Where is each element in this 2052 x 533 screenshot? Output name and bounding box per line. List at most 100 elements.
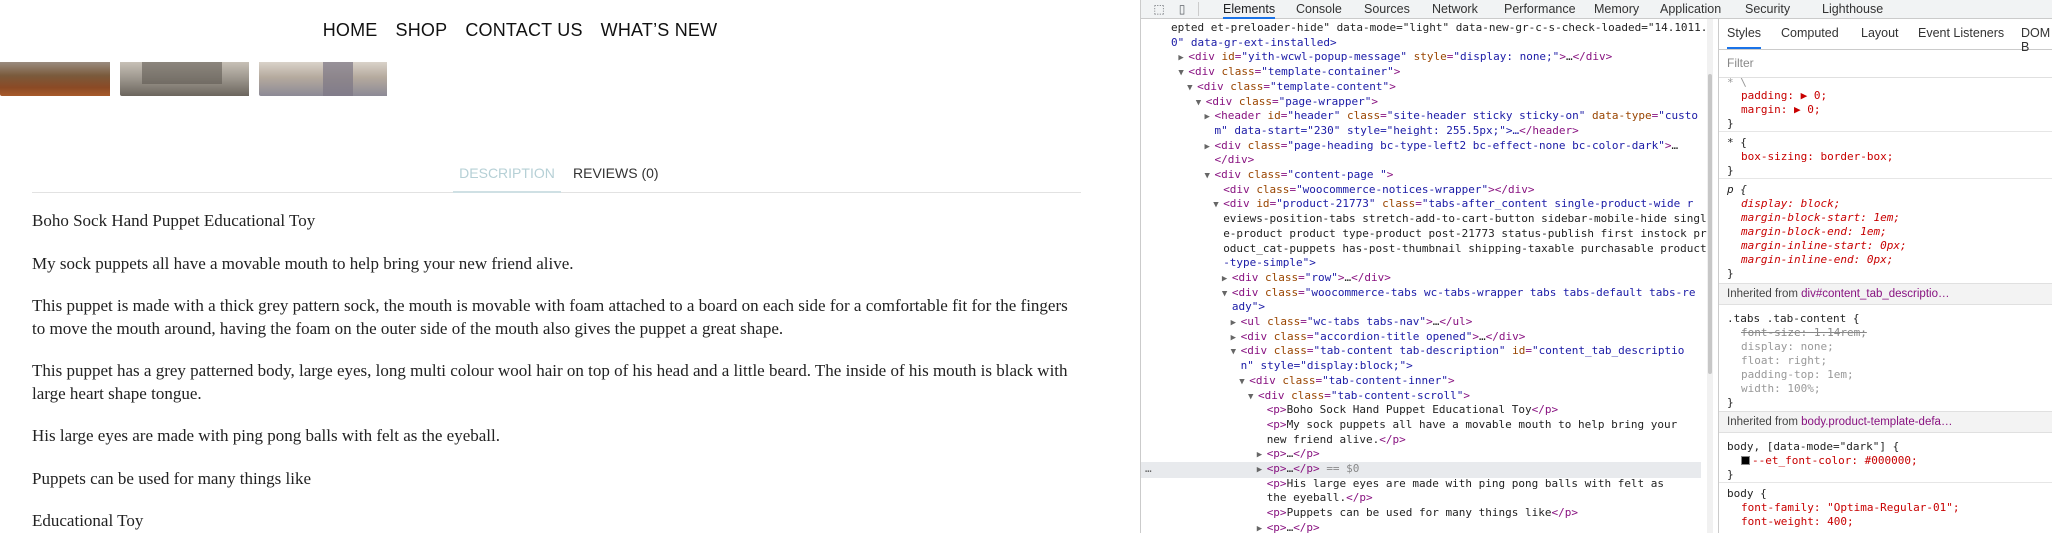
dom-node[interactable]: ▼ <div class="tab-content tab-description… — [1141, 344, 1701, 360]
inherited-target[interactable]: body.product-template-defa… — [1801, 416, 1952, 428]
tab-network[interactable]: Network — [1432, 1, 1478, 19]
expand-right-icon[interactable]: ▶ — [1231, 316, 1241, 331]
dom-node[interactable]: ▶ <header id="header" class="site-header … — [1141, 109, 1701, 125]
dom-tree-scrollbar[interactable] — [1707, 19, 1713, 533]
dom-tree[interactable]: epted et-preloader-hide" data-mode="ligh… — [1141, 19, 1710, 533]
color-swatch-icon[interactable] — [1741, 456, 1750, 465]
dom-node-selected[interactable]: … ▶ <p>…</p> == $0 — [1141, 462, 1701, 478]
tab-reviews[interactable]: REVIEWS (0) — [573, 162, 659, 181]
dom-node[interactable]: new friend alive.</p> — [1141, 433, 1701, 448]
style-declaration[interactable]: box-sizing: border-box; — [1741, 150, 1893, 164]
dom-node[interactable]: oduct_cat-puppets has-post-thumbnail shi… — [1141, 242, 1706, 257]
expand-down-icon[interactable]: ▼ — [1178, 66, 1188, 81]
expand-right-icon[interactable]: ▶ — [1222, 272, 1232, 287]
dom-node[interactable]: the eyeball.</p> — [1141, 491, 1701, 506]
style-declaration[interactable]: margin-block-start: 1em; — [1741, 211, 1900, 225]
tab-application[interactable]: Application — [1660, 1, 1721, 19]
style-declaration[interactable]: float: right; — [1741, 354, 1827, 368]
expand-right-icon[interactable]: ▶ — [1178, 51, 1188, 66]
style-declaration[interactable]: font-weight: 400; — [1741, 515, 1854, 529]
expand-down-icon[interactable]: ▼ — [1239, 375, 1249, 390]
dom-node[interactable]: <p>My sock puppets all have a movable mo… — [1141, 418, 1701, 433]
rule-selector[interactable]: body { — [1727, 487, 1767, 501]
dom-node[interactable]: <p>Puppets can be used for many things l… — [1141, 506, 1701, 521]
tab-lighthouse[interactable]: Lighthouse — [1822, 1, 1883, 19]
dom-node[interactable]: ▼ <div class="tab-content-scroll"> — [1141, 389, 1701, 405]
tab-event-listeners[interactable]: Event Listeners — [1918, 26, 2004, 41]
dom-node[interactable]: <p>Boho Sock Hand Puppet Educational Toy… — [1141, 403, 1701, 418]
expand-down-icon[interactable]: ▼ — [1222, 287, 1232, 302]
style-declaration[interactable]: --et_font-color: #000000; — [1741, 454, 1918, 468]
expand-right-icon[interactable]: ▶ — [1205, 110, 1215, 125]
style-declaration[interactable]: display: none; — [1741, 340, 1834, 354]
tab-memory[interactable]: Memory — [1594, 1, 1639, 19]
style-declaration[interactable]: font-family: "Optima-Regular-01"; — [1741, 501, 1960, 515]
style-declaration[interactable]: margin-block-end: 1em; — [1741, 225, 1887, 239]
style-declaration[interactable]: margin: ▶ 0; — [1741, 103, 1820, 117]
product-thumbnail[interactable] — [120, 62, 249, 96]
expand-down-icon[interactable]: ▼ — [1205, 169, 1215, 184]
expand-down-icon[interactable]: ▼ — [1248, 390, 1258, 405]
ellipsis-icon[interactable]: … — [1145, 462, 1152, 477]
dom-node[interactable]: ▼ <div class="tab-content-inner"> — [1141, 374, 1701, 390]
expand-down-icon[interactable]: ▼ — [1213, 198, 1223, 213]
expand-right-icon[interactable]: ▶ — [1257, 463, 1267, 478]
style-declaration[interactable]: margin-inline-end: 0px; — [1741, 253, 1893, 267]
dom-node[interactable]: 0" data-gr-ext-installed> — [1141, 36, 1701, 51]
dom-node[interactable]: ady"> — [1141, 300, 1701, 315]
rule-selector[interactable]: body, [data-mode="dark"] { — [1727, 440, 1899, 454]
dom-node[interactable]: -type-simple"> — [1141, 256, 1701, 271]
dom-node[interactable]: </div> — [1141, 153, 1701, 168]
tab-security[interactable]: Security — [1745, 1, 1790, 19]
dom-node[interactable]: eviews-position-tabs stretch-add-to-cart… — [1141, 212, 1706, 227]
tab-layout[interactable]: Layout — [1861, 26, 1899, 41]
dom-node[interactable]: ▼ <div class="template-container"> — [1141, 65, 1701, 81]
tab-styles[interactable]: Styles — [1727, 26, 1762, 49]
dom-node[interactable]: ▶ <div class="row">…</div> — [1141, 271, 1701, 287]
style-declaration[interactable]: margin-inline-start: 0px; — [1741, 239, 1907, 253]
dom-node[interactable]: ▶ <p>…</p> — [1141, 447, 1701, 463]
nav-shop[interactable]: SHOP — [396, 20, 448, 40]
dom-node[interactable]: ▼ <div id="product-21773" class="tabs-aft… — [1141, 197, 1701, 213]
nav-whats-new[interactable]: WHAT’S NEW — [601, 20, 718, 40]
product-thumbnail[interactable] — [259, 62, 387, 96]
dom-node[interactable]: <div class="woocommerce-notices-wrapper"… — [1141, 183, 1701, 198]
product-thumbnail[interactable] — [0, 62, 110, 96]
style-declaration[interactable]: padding-top: 1em; — [1741, 368, 1854, 382]
tab-performance[interactable]: Performance — [1504, 1, 1576, 19]
dom-node[interactable]: ▶ <div class="accordion-title opened">…</… — [1141, 330, 1701, 346]
dom-node[interactable]: <p>His large eyes are made with ping pon… — [1141, 477, 1701, 492]
dom-node[interactable]: epted et-preloader-hide" data-mode="ligh… — [1141, 21, 1707, 36]
inspect-icon[interactable]: ⬚ — [1152, 2, 1166, 16]
dom-node[interactable]: e-product product type-product post-2177… — [1141, 227, 1706, 242]
dom-node[interactable]: m" data-start="230" style="height: 255.5… — [1141, 124, 1701, 139]
rule-selector[interactable]: p { — [1727, 183, 1747, 197]
tab-computed[interactable]: Computed — [1781, 26, 1839, 41]
tab-console[interactable]: Console — [1296, 1, 1342, 19]
device-toggle-icon[interactable]: ▯ — [1175, 2, 1189, 16]
dom-node[interactable]: n" style="display:block;"> — [1141, 359, 1701, 374]
expand-down-icon[interactable]: ▼ — [1196, 96, 1206, 111]
dom-node[interactable]: ▼ <div class="woocommerce-tabs wc-tabs-wr… — [1141, 286, 1701, 302]
dom-node[interactable]: ▼ <div class="template-content"> — [1141, 80, 1701, 96]
expand-right-icon[interactable]: ▶ — [1205, 140, 1215, 155]
style-declaration[interactable]: padding: ▶ 0; — [1741, 89, 1827, 103]
rule-selector[interactable]: .tabs .tab-content { — [1727, 312, 1859, 326]
tab-description[interactable]: DESCRIPTION — [453, 162, 561, 193]
styles-filter-input[interactable]: Filter — [1719, 50, 2052, 78]
dom-node[interactable]: ▼ <div class="content-page "> — [1141, 168, 1701, 184]
dom-node[interactable]: ▼ <div class="page-wrapper"> — [1141, 95, 1701, 111]
expand-right-icon[interactable]: ▶ — [1257, 448, 1267, 463]
expand-down-icon[interactable]: ▼ — [1231, 345, 1241, 360]
expand-right-icon[interactable]: ▶ — [1257, 522, 1267, 533]
expand-down-icon[interactable]: ▼ — [1187, 81, 1197, 96]
rule-selector[interactable]: * { — [1727, 136, 1747, 150]
dom-node[interactable]: ▶ <ul class="wc-tabs tabs-nav">…</ul> — [1141, 315, 1701, 331]
nav-contact-us[interactable]: CONTACT US — [465, 20, 582, 40]
tab-elements[interactable]: Elements — [1223, 1, 1276, 19]
inherited-target[interactable]: div#content_tab_descriptio… — [1801, 288, 1949, 300]
dom-node[interactable]: ▶ <div class="page-heading bc-type-left2 … — [1141, 139, 1701, 155]
style-declaration[interactable]: display: block; — [1741, 197, 1840, 211]
style-declaration[interactable]: font-size: 1.14rem; — [1741, 326, 1867, 340]
tab-sources[interactable]: Sources — [1364, 1, 1410, 19]
